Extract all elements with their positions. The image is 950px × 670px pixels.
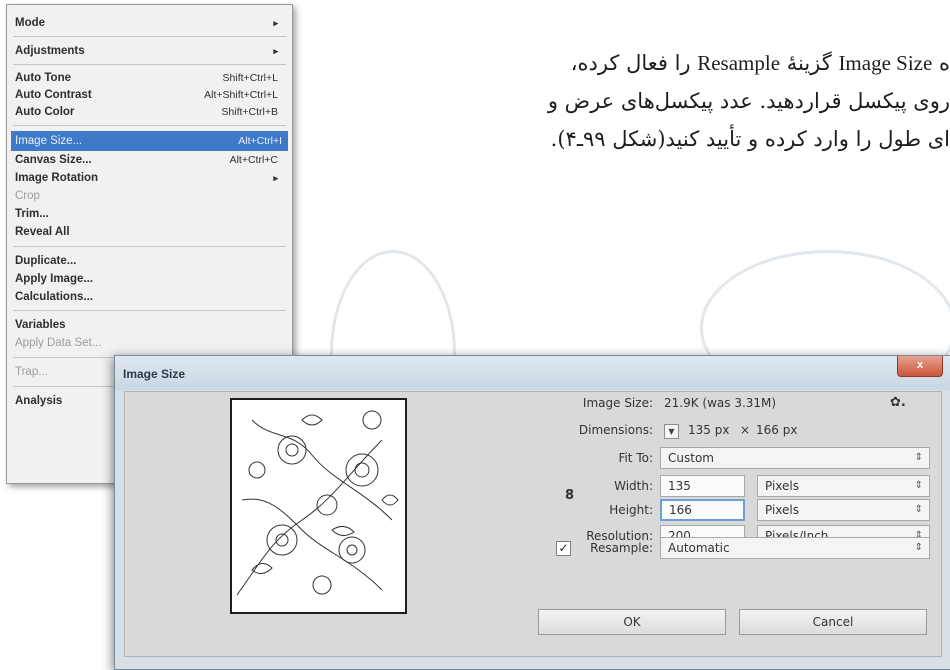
width-label: Width: — [614, 479, 653, 493]
instruction-line-2: روی پیکسل قراردهید. عدد پیکسل‌های عرض و — [547, 89, 950, 113]
floral-pattern-icon — [236, 410, 399, 596]
height-label: Height: — [609, 503, 653, 517]
gear-icon[interactable]: ✿. — [890, 395, 906, 410]
menu-item-crop: Crop — [15, 190, 40, 202]
width-input[interactable]: 135 — [660, 475, 745, 497]
fit-to-label: Fit To: — [618, 451, 653, 465]
chevron-updown-icon: ⇕ — [914, 504, 923, 515]
menu-item-calculations[interactable]: Calculations... — [15, 287, 284, 307]
dialog-title: Image Size — [123, 367, 186, 381]
submenu-arrow-icon: ▸ — [273, 173, 278, 183]
menu-separator — [13, 310, 286, 311]
shortcut-label: Alt+Ctrl+I — [238, 135, 282, 147]
shortcut-label: Alt+Ctrl+C — [229, 154, 278, 166]
instruction-paragraph: ه Image Size گزینۀ Resample را فعال کرده… — [390, 44, 950, 158]
shortcut-label: Shift+Ctrl+B — [221, 106, 278, 118]
menu-separator — [13, 36, 286, 37]
chevron-updown-icon: ⇕ — [914, 542, 923, 553]
width-unit-select[interactable]: Pixels ⇕ — [757, 475, 930, 497]
menu-item-variables[interactable]: Variables — [15, 315, 284, 335]
menu-item-canvas-size[interactable]: Canvas Size... Alt+Ctrl+C — [15, 150, 284, 170]
menu-item-reveal-all[interactable]: Reveal All — [15, 222, 284, 242]
cancel-button[interactable]: Cancel — [739, 609, 927, 635]
image-size-value: 21.9K (was 3.31M) — [664, 396, 777, 410]
menu-item-mode[interactable]: Mode ▸ — [15, 13, 284, 33]
chevron-updown-icon: ⇕ — [914, 452, 923, 463]
menu-item-image-rotation[interactable]: Image Rotation ▸ — [15, 168, 284, 188]
image-size-label: Image Size: — [582, 396, 653, 410]
dimensions-dropdown-icon[interactable]: ▼ — [664, 424, 679, 439]
height-unit-select[interactable]: Pixels ⇕ — [757, 499, 930, 521]
menu-separator — [13, 246, 286, 247]
instruction-line-1: ه Image Size گزینۀ Resample را فعال کرده… — [570, 51, 950, 75]
menu-separator — [13, 125, 286, 126]
chevron-updown-icon: ⇕ — [914, 480, 923, 491]
instruction-line-3: ای طول را وارد کرده و تأیید کنید(شکل ۹۹ـ… — [550, 127, 950, 151]
menu-item-trim[interactable]: Trim... — [15, 204, 284, 224]
dimensions-label: Dimensions: — [578, 423, 653, 437]
dimensions-width: 135 px — [688, 423, 730, 437]
image-preview — [230, 398, 407, 614]
resample-select[interactable]: Automatic ⇕ — [660, 537, 930, 559]
submenu-arrow-icon: ▸ — [273, 46, 278, 56]
menu-item-apply-data-set: Apply Data Set... — [15, 337, 102, 349]
menu-separator — [13, 64, 286, 65]
height-input[interactable]: 166 — [660, 499, 745, 521]
menu-item-adjustments[interactable]: Adjustments ▸ — [15, 41, 284, 61]
constrain-link-icon[interactable]: 8 — [565, 488, 574, 503]
menu-item-image-size[interactable]: Image Size... Alt+Ctrl+I — [11, 131, 288, 151]
menu-item-auto-color[interactable]: Auto Color Shift+Ctrl+B — [15, 102, 284, 122]
close-icon[interactable]: x — [897, 356, 943, 377]
ok-button[interactable]: OK — [538, 609, 726, 635]
dialog-titlebar[interactable]: Image Size x — [115, 356, 950, 390]
dimensions-times: × — [740, 423, 751, 437]
menu-item-duplicate[interactable]: Duplicate... — [15, 251, 284, 271]
resample-label: Resample: — [590, 541, 653, 555]
fit-to-select[interactable]: Custom ⇕ — [660, 447, 930, 469]
dimensions-height: 166 px — [756, 423, 798, 437]
submenu-arrow-icon: ▸ — [273, 18, 278, 28]
menu-item-apply-image[interactable]: Apply Image... — [15, 269, 284, 289]
